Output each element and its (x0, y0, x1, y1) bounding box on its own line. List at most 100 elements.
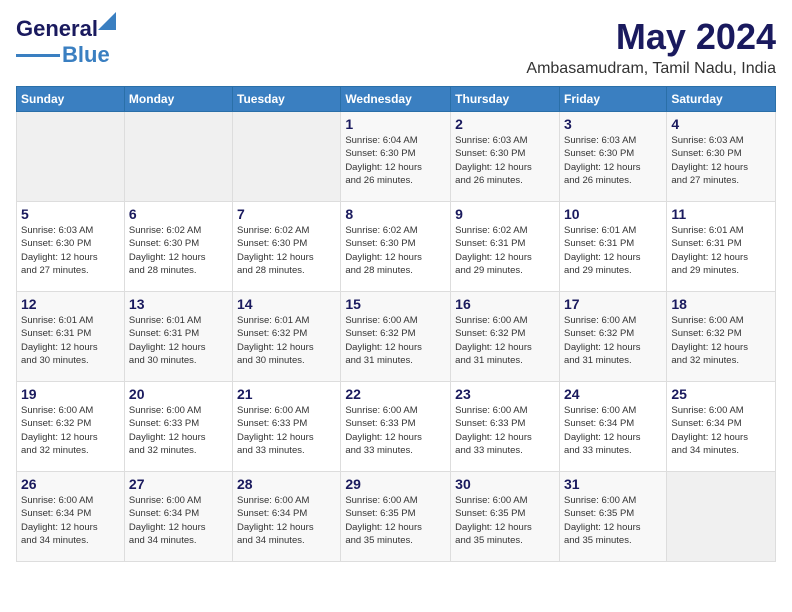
calendar-cell: 26 Sunrise: 6:00 AMSunset: 6:34 PMDayligh… (17, 472, 125, 562)
day-header-monday: Monday (124, 87, 232, 112)
day-info: Sunrise: 6:03 AMSunset: 6:30 PMDaylight:… (564, 134, 662, 187)
calendar-cell (124, 112, 232, 202)
day-header-wednesday: Wednesday (341, 87, 451, 112)
calendar-cell: 13 Sunrise: 6:01 AMSunset: 6:31 PMDayligh… (124, 292, 232, 382)
day-number: 24 (564, 386, 662, 402)
day-info: Sunrise: 6:02 AMSunset: 6:30 PMDaylight:… (345, 224, 446, 277)
day-header-saturday: Saturday (667, 87, 776, 112)
day-info: Sunrise: 6:00 AMSunset: 6:34 PMDaylight:… (21, 494, 120, 547)
day-number: 13 (129, 296, 228, 312)
day-info: Sunrise: 6:00 AMSunset: 6:35 PMDaylight:… (564, 494, 662, 547)
day-number: 6 (129, 206, 228, 222)
page-header: General Blue May 2024 Ambasamudram, Tami… (16, 16, 776, 78)
day-number: 7 (237, 206, 336, 222)
day-number: 20 (129, 386, 228, 402)
calendar-cell (667, 472, 776, 562)
day-number: 19 (21, 386, 120, 402)
day-number: 29 (345, 476, 446, 492)
day-info: Sunrise: 6:00 AMSunset: 6:32 PMDaylight:… (564, 314, 662, 367)
day-header-thursday: Thursday (451, 87, 560, 112)
calendar-week-row: 12 Sunrise: 6:01 AMSunset: 6:31 PMDayligh… (17, 292, 776, 382)
day-number: 18 (671, 296, 771, 312)
calendar-cell: 16 Sunrise: 6:00 AMSunset: 6:32 PMDayligh… (451, 292, 560, 382)
day-info: Sunrise: 6:00 AMSunset: 6:33 PMDaylight:… (455, 404, 555, 457)
day-number: 30 (455, 476, 555, 492)
day-number: 27 (129, 476, 228, 492)
day-info: Sunrise: 6:00 AMSunset: 6:32 PMDaylight:… (345, 314, 446, 367)
calendar-cell: 19 Sunrise: 6:00 AMSunset: 6:32 PMDayligh… (17, 382, 125, 472)
logo: General Blue (16, 16, 110, 68)
calendar-cell: 31 Sunrise: 6:00 AMSunset: 6:35 PMDayligh… (559, 472, 666, 562)
day-number: 2 (455, 116, 555, 132)
calendar-cell: 27Sunrise: 6:00 AMSunset: 6:34 PMDayligh… (124, 472, 232, 562)
logo-general: General (16, 16, 98, 41)
day-info: Sunrise: 6:00 AMSunset: 6:34 PMDaylight:… (671, 404, 771, 457)
calendar-cell: 2 Sunrise: 6:03 AMSunset: 6:30 PMDaylight… (451, 112, 560, 202)
day-info: Sunrise: 6:03 AMSunset: 6:30 PMDaylight:… (671, 134, 771, 187)
day-number: 26 (21, 476, 120, 492)
location-subtitle: Ambasamudram, Tamil Nadu, India (526, 60, 776, 78)
calendar-cell: 21Sunrise: 6:00 AMSunset: 6:33 PMDayligh… (233, 382, 341, 472)
day-info: Sunrise: 6:00 AMSunset: 6:32 PMDaylight:… (671, 314, 771, 367)
day-number: 12 (21, 296, 120, 312)
calendar-cell: 5Sunrise: 6:03 AMSunset: 6:30 PMDaylight… (17, 202, 125, 292)
day-number: 22 (345, 386, 446, 402)
calendar-cell: 18 Sunrise: 6:00 AMSunset: 6:32 PMDayligh… (667, 292, 776, 382)
calendar-cell: 9 Sunrise: 6:02 AMSunset: 6:31 PMDaylight… (451, 202, 560, 292)
day-number: 21 (237, 386, 336, 402)
day-info: Sunrise: 6:00 AMSunset: 6:35 PMDaylight:… (455, 494, 555, 547)
day-info: Sunrise: 6:02 AMSunset: 6:30 PMDaylight:… (129, 224, 228, 277)
day-number: 4 (671, 116, 771, 132)
calendar-cell: 4 Sunrise: 6:03 AMSunset: 6:30 PMDaylight… (667, 112, 776, 202)
day-info: Sunrise: 6:04 AMSunset: 6:30 PMDaylight:… (345, 134, 446, 187)
day-info: Sunrise: 6:00 AMSunset: 6:32 PMDaylight:… (21, 404, 120, 457)
calendar-cell: 12 Sunrise: 6:01 AMSunset: 6:31 PMDayligh… (17, 292, 125, 382)
day-number: 9 (455, 206, 555, 222)
calendar-cell: 6 Sunrise: 6:02 AMSunset: 6:30 PMDaylight… (124, 202, 232, 292)
day-number: 5 (21, 206, 120, 222)
logo-icon (98, 12, 116, 30)
calendar-cell: 24Sunrise: 6:00 AMSunset: 6:34 PMDayligh… (559, 382, 666, 472)
day-number: 28 (237, 476, 336, 492)
calendar-cell: 10 Sunrise: 6:01 AMSunset: 6:31 PMDayligh… (559, 202, 666, 292)
calendar-cell: 25 Sunrise: 6:00 AMSunset: 6:34 PMDayligh… (667, 382, 776, 472)
calendar-cell: 30 Sunrise: 6:00 AMSunset: 6:35 PMDayligh… (451, 472, 560, 562)
day-info: Sunrise: 6:00 AMSunset: 6:33 PMDaylight:… (129, 404, 228, 457)
calendar-cell: 29 Sunrise: 6:00 AMSunset: 6:35 PMDayligh… (341, 472, 451, 562)
calendar-cell: 1Sunrise: 6:04 AMSunset: 6:30 PMDaylight… (341, 112, 451, 202)
day-info: Sunrise: 6:01 AMSunset: 6:31 PMDaylight:… (671, 224, 771, 277)
day-number: 8 (345, 206, 446, 222)
day-info: Sunrise: 6:01 AMSunset: 6:31 PMDaylight:… (21, 314, 120, 367)
day-info: Sunrise: 6:03 AMSunset: 6:30 PMDaylight:… (455, 134, 555, 187)
calendar-cell: 28Sunrise: 6:00 AMSunset: 6:34 PMDayligh… (233, 472, 341, 562)
day-info: Sunrise: 6:00 AMSunset: 6:32 PMDaylight:… (455, 314, 555, 367)
calendar-cell: 7Sunrise: 6:02 AMSunset: 6:30 PMDaylight… (233, 202, 341, 292)
calendar-cell (17, 112, 125, 202)
calendar-cell: 8 Sunrise: 6:02 AMSunset: 6:30 PMDaylight… (341, 202, 451, 292)
calendar-table: SundayMondayTuesdayWednesdayThursdayFrid… (16, 86, 776, 562)
day-number: 17 (564, 296, 662, 312)
day-number: 11 (671, 206, 771, 222)
calendar-cell: 15 Sunrise: 6:00 AMSunset: 6:32 PMDayligh… (341, 292, 451, 382)
month-year-title: May 2024 (526, 16, 776, 58)
calendar-cell: 23Sunrise: 6:00 AMSunset: 6:33 PMDayligh… (451, 382, 560, 472)
day-info: Sunrise: 6:01 AMSunset: 6:32 PMDaylight:… (237, 314, 336, 367)
day-info: Sunrise: 6:00 AMSunset: 6:33 PMDaylight:… (345, 404, 446, 457)
day-header-sunday: Sunday (17, 87, 125, 112)
day-info: Sunrise: 6:00 AMSunset: 6:35 PMDaylight:… (345, 494, 446, 547)
calendar-header-row: SundayMondayTuesdayWednesdayThursdayFrid… (17, 87, 776, 112)
day-number: 10 (564, 206, 662, 222)
day-info: Sunrise: 6:01 AMSunset: 6:31 PMDaylight:… (564, 224, 662, 277)
calendar-cell: 11 Sunrise: 6:01 AMSunset: 6:31 PMDayligh… (667, 202, 776, 292)
day-number: 16 (455, 296, 555, 312)
calendar-cell: 20 Sunrise: 6:00 AMSunset: 6:33 PMDayligh… (124, 382, 232, 472)
day-number: 31 (564, 476, 662, 492)
day-number: 15 (345, 296, 446, 312)
day-number: 25 (671, 386, 771, 402)
calendar-week-row: 26 Sunrise: 6:00 AMSunset: 6:34 PMDayligh… (17, 472, 776, 562)
calendar-week-row: 5Sunrise: 6:03 AMSunset: 6:30 PMDaylight… (17, 202, 776, 292)
calendar-cell (233, 112, 341, 202)
calendar-week-row: 1Sunrise: 6:04 AMSunset: 6:30 PMDaylight… (17, 112, 776, 202)
day-info: Sunrise: 6:02 AMSunset: 6:31 PMDaylight:… (455, 224, 555, 277)
day-info: Sunrise: 6:01 AMSunset: 6:31 PMDaylight:… (129, 314, 228, 367)
